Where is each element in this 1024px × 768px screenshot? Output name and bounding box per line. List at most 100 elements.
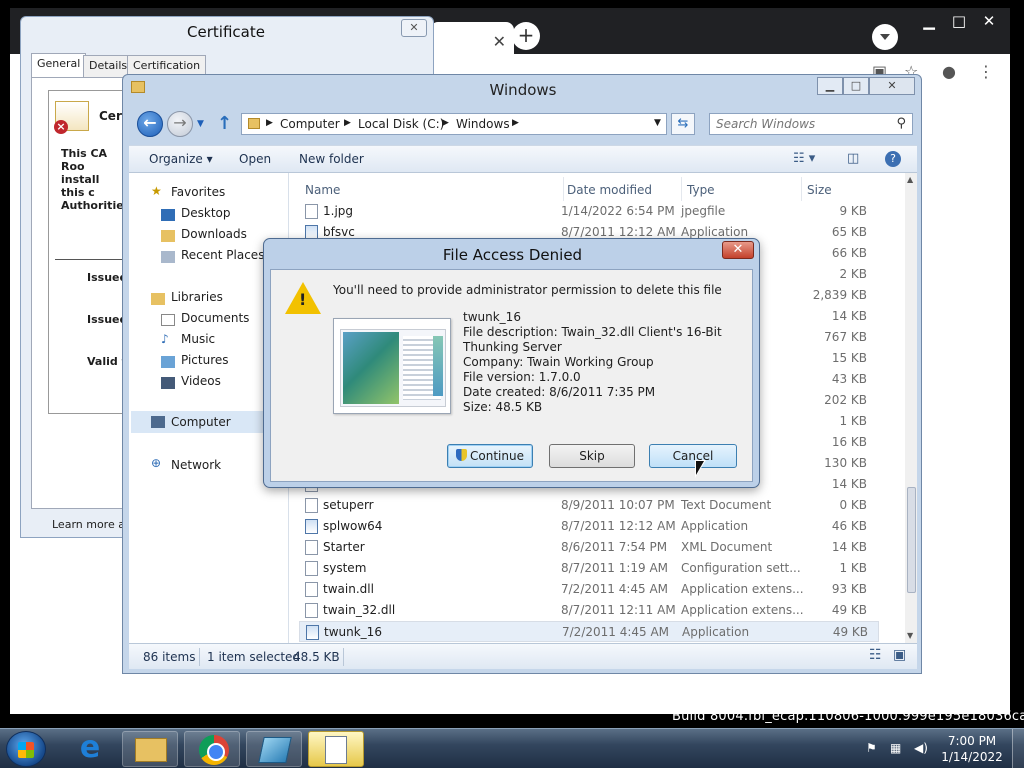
minimize-button[interactable]: ▁	[817, 77, 843, 95]
chevron-right-icon[interactable]: ▶	[266, 118, 273, 128]
close-button[interactable]: ✕	[869, 77, 915, 95]
taskbar-internet-explorer[interactable]: e	[62, 731, 118, 767]
organize-menu[interactable]: Organize ▾	[149, 152, 213, 166]
minimize-icon[interactable]: ▁	[914, 10, 944, 32]
chevron-right-icon[interactable]: ▶	[442, 118, 449, 128]
nav-documents[interactable]: Documents	[181, 311, 249, 325]
forward-button[interactable]: →	[167, 111, 193, 137]
downloads-icon	[161, 230, 175, 242]
table-row[interactable]: splwow64 8/7/2011 12:12 AM Application 46 K…	[299, 516, 879, 537]
thumbnail-sidebar	[433, 336, 443, 396]
search-box[interactable]: ⚲	[709, 113, 913, 135]
table-row[interactable]: setuperr 8/9/2011 10:07 PM Text Document 0 …	[299, 495, 879, 516]
tab-general[interactable]: General	[31, 53, 87, 77]
nav-recent-places[interactable]: Recent Places	[181, 248, 264, 262]
table-row[interactable]: 1.jpg 1/14/2022 6:54 PM jpegfile 9 KB	[299, 201, 879, 222]
file-name: twunk_16	[463, 310, 521, 324]
taskbar-explorer[interactable]	[122, 731, 178, 767]
clock[interactable]: 7:00 PM 1/14/2022	[940, 733, 1004, 765]
nav-computer[interactable]: Computer	[171, 415, 231, 429]
nav-music[interactable]: Music	[181, 332, 215, 346]
scrollbar-thumb[interactable]	[907, 487, 916, 593]
nav-favorites[interactable]: Favorites	[171, 185, 225, 199]
document-icon	[325, 736, 347, 764]
libraries-icon	[151, 293, 165, 305]
taskbar-chrome[interactable]	[184, 731, 240, 767]
start-button[interactable]	[6, 731, 46, 767]
nav-pictures[interactable]: Pictures	[181, 353, 229, 367]
address-dropdown-icon[interactable]: ▼	[654, 118, 661, 128]
maximize-icon[interactable]: □	[944, 10, 974, 32]
nav-videos[interactable]: Videos	[181, 374, 221, 388]
certificate-close-button[interactable]: ✕	[401, 19, 427, 37]
open-button[interactable]: Open	[239, 152, 271, 166]
column-separator[interactable]	[801, 177, 802, 201]
file-type-cell: Configuration sett...	[681, 561, 801, 575]
new-folder-button[interactable]: New folder	[299, 152, 364, 166]
preview-pane-icon[interactable]: ◫	[847, 151, 859, 166]
tab-close-icon[interactable]: ✕	[493, 32, 506, 51]
dialog-close-button[interactable]: ✕	[722, 241, 754, 259]
close-icon[interactable]: ✕	[974, 10, 1004, 32]
desktop-icon	[161, 209, 175, 221]
table-row[interactable]: twain_32.dll 8/7/2011 12:11 AM Application…	[299, 600, 879, 621]
cancel-button[interactable]: Cancel	[649, 444, 737, 468]
help-icon[interactable]: ?	[885, 151, 901, 167]
up-icon[interactable]: ↑	[217, 113, 232, 134]
column-size[interactable]: Size	[807, 183, 832, 197]
details-view-icon[interactable]: ☷	[869, 647, 882, 663]
new-tab-button[interactable]: +	[512, 22, 540, 50]
table-row[interactable]: twain.dll 7/2/2011 4:45 AM Application ext…	[299, 579, 879, 600]
search-input[interactable]	[710, 114, 882, 134]
file-type-cell: Application	[682, 625, 750, 639]
search-icon[interactable]: ⚲	[896, 116, 906, 131]
breadcrumb-local-disk[interactable]: Local Disk (C:)	[358, 117, 444, 131]
nav-network[interactable]: Network	[171, 458, 221, 472]
address-bar[interactable]: ▶ Computer ▶ Local Disk (C:) ▶ Windows ▶…	[241, 113, 667, 135]
scroll-up-icon[interactable]: ▲	[907, 175, 913, 184]
account-icon[interactable]: ●	[942, 62, 956, 81]
file-date-cell: 8/7/2011 1:19 AM	[561, 561, 669, 575]
clock-date: 1/14/2022	[941, 750, 1003, 764]
file-thumbnail	[333, 318, 451, 414]
table-row[interactable]: twunk_16 7/2/2011 4:45 AM Application 49 KB	[299, 621, 879, 642]
nav-downloads[interactable]: Downloads	[181, 227, 247, 241]
recent-pages-dropdown-icon[interactable]: ▼	[197, 119, 204, 129]
file-icon	[305, 204, 318, 219]
nav-libraries[interactable]: Libraries	[171, 290, 223, 304]
back-button[interactable]: ←	[137, 111, 163, 137]
view-options-icon[interactable]: ☷ ▾	[793, 151, 815, 166]
column-name[interactable]: Name	[305, 183, 340, 197]
file-icon	[305, 519, 318, 534]
column-date[interactable]: Date modified	[567, 183, 652, 197]
breadcrumb-computer[interactable]: Computer	[280, 117, 340, 131]
skip-button[interactable]: Skip	[549, 444, 635, 468]
refresh-button[interactable]: ⇆	[671, 113, 695, 135]
column-separator[interactable]	[563, 177, 564, 201]
action-center-flag-icon[interactable]: ⚑	[866, 741, 877, 755]
menu-icon[interactable]: ⋮	[978, 62, 994, 81]
breadcrumb-windows[interactable]: Windows	[456, 117, 510, 131]
chevron-right-icon[interactable]: ▶	[344, 118, 351, 128]
taskbar-notepad[interactable]	[246, 731, 302, 767]
vertical-scrollbar[interactable]: ▲ ▼	[905, 173, 917, 643]
chevron-right-icon[interactable]: ▶	[512, 118, 519, 128]
file-size-cell: 2,839 KB	[812, 288, 867, 302]
column-separator[interactable]	[681, 177, 682, 201]
command-bar: Organize ▾ Open New folder ☷ ▾ ◫ ?	[129, 145, 917, 173]
nav-desktop[interactable]: Desktop	[181, 206, 231, 220]
profile-dropdown-icon[interactable]	[872, 24, 898, 50]
maximize-button[interactable]: □	[843, 77, 869, 95]
taskbar-document[interactable]	[308, 731, 364, 767]
scroll-down-icon[interactable]: ▼	[907, 631, 913, 640]
table-row[interactable]: system 8/7/2011 1:19 AM Configuration sett…	[299, 558, 879, 579]
continue-button[interactable]: Continue	[447, 444, 533, 468]
volume-icon[interactable]: ◀)	[914, 741, 928, 755]
table-row[interactable]: Starter 8/6/2011 7:54 PM XML Document 14 KB	[299, 537, 879, 558]
item-count: 86 items	[143, 650, 196, 664]
network-tray-icon[interactable]: ▦	[890, 741, 901, 755]
file-name-cell: twain_32.dll	[323, 603, 396, 617]
large-icons-view-icon[interactable]: ▣	[893, 647, 906, 663]
show-desktop-button[interactable]	[1012, 729, 1024, 768]
column-type[interactable]: Type	[687, 183, 715, 197]
